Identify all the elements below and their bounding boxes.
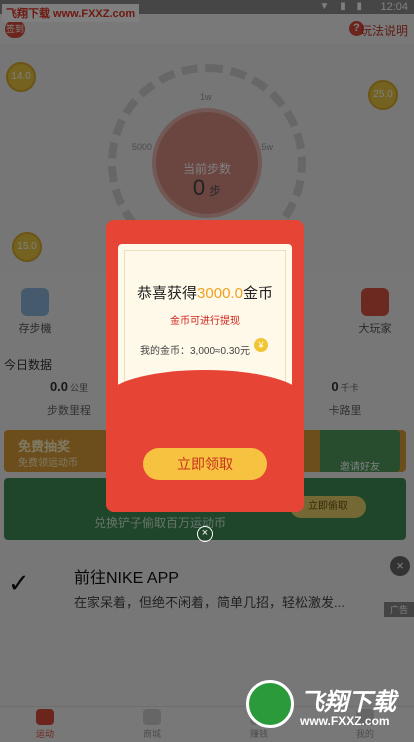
watermark-text: 飞翔下载 bbox=[300, 689, 396, 716]
watermark-bottom: 飞翔下载 www.FXXZ.com bbox=[246, 680, 406, 738]
withdraw-note: 金币可进行提现 bbox=[170, 316, 240, 327]
claim-button[interactable]: 立即领取 bbox=[143, 448, 267, 480]
reward-modal: 恭喜获得3000.0金币 金币可进行提现 我的金币：3,000≈0.30元 ¥ … bbox=[106, 220, 304, 512]
reward-amount: 3000.0 bbox=[197, 285, 243, 302]
reward-suffix: 金币 bbox=[242, 285, 273, 302]
yuan-coin-icon: ¥ bbox=[254, 338, 268, 352]
reward-prefix: 恭喜获得 bbox=[137, 285, 198, 302]
envelope-flap bbox=[106, 370, 304, 512]
coin-balance: 我的金币：3,000≈0.30元 bbox=[140, 346, 250, 357]
watermark-url: www.FXXZ.com bbox=[300, 714, 390, 728]
reward-title: 恭喜获得3000.0金币 bbox=[106, 282, 304, 303]
modal-close-button[interactable]: × bbox=[197, 526, 213, 542]
watermark-logo-icon bbox=[246, 680, 294, 728]
